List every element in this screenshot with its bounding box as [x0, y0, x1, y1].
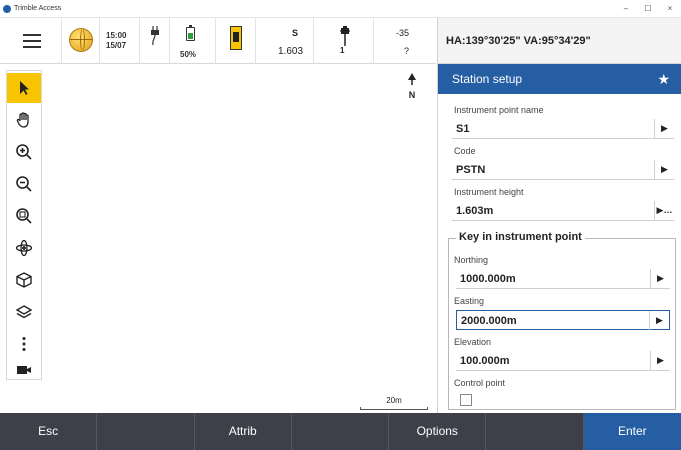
attrib-button[interactable]: Attrib [195, 413, 292, 450]
instrument-height-field[interactable]: 1.603m ▶… [452, 201, 674, 221]
battery-percent: 50% [180, 50, 197, 59]
prism-constant: -35 [396, 28, 410, 38]
globe-icon [69, 28, 93, 52]
north-arrow-icon [408, 73, 416, 85]
vertical-dots-icon [22, 337, 26, 351]
softkey-6[interactable] [486, 413, 584, 450]
total-station-icon [230, 26, 242, 50]
battery-icon [186, 25, 195, 41]
northing-value: 1000.000m [460, 273, 516, 285]
northing-field[interactable]: 1000.000m ▶ [456, 269, 670, 289]
code-arrow-icon[interactable]: ▶ [654, 160, 674, 179]
elevation-value: 100.000m [460, 355, 510, 367]
zoom-in-tool[interactable] [7, 137, 41, 167]
gnss-status-button[interactable] [62, 18, 100, 64]
video-tool[interactable] [7, 355, 41, 385]
angle-readout[interactable]: HA:139°30'25" VA:95°34'29" [437, 18, 681, 64]
title-bar: Trimble Access – ☐ × [0, 0, 681, 18]
esc-button[interactable]: Esc [0, 413, 98, 450]
elevation-arrow-icon[interactable]: ▶ [650, 351, 670, 370]
orbit-tool[interactable] [7, 233, 41, 263]
code-label: Code [454, 146, 476, 156]
north-label: N [408, 90, 416, 100]
pointer-arrow-icon [20, 81, 29, 95]
cube-icon [16, 272, 32, 288]
easting-value: 2000.000m [461, 315, 517, 327]
target-number: 1 [340, 46, 345, 55]
window-title: Trimble Access [14, 5, 62, 12]
easting-field[interactable]: 2000.000m ▶ [456, 310, 670, 330]
hamburger-icon [23, 34, 41, 52]
zoom-out-tool[interactable] [7, 169, 41, 199]
height-mode: S [292, 28, 299, 38]
key-in-point-title: Key in instrument point [456, 231, 585, 243]
prism-constant-button[interactable]: -35 ? [374, 18, 436, 64]
status-date: 15/07 [106, 41, 127, 50]
code-value: PSTN [456, 164, 486, 176]
zoom-out-icon [16, 176, 32, 192]
time-display[interactable]: 15:00 15/07 [100, 18, 140, 64]
elevation-field[interactable]: 100.000m ▶ [456, 351, 670, 371]
easting-label: Easting [454, 296, 485, 306]
instrument-point-name-arrow-icon[interactable]: ▶ [654, 119, 674, 138]
pan-tool[interactable] [7, 105, 41, 135]
scale-line [360, 407, 428, 410]
control-point-checkbox[interactable] [460, 394, 472, 406]
favorite-star-icon[interactable]: ★ [657, 64, 670, 94]
scale-label: 20m [386, 396, 402, 405]
instrument-height-measure-icon[interactable]: ▶… [654, 201, 674, 220]
instrument-height-value: 1.603m [456, 205, 494, 217]
prism-status: ? [404, 46, 410, 56]
panel-header: Station setup ★ [438, 64, 681, 94]
orbit-icon [15, 239, 33, 257]
target-button[interactable]: 1 [314, 18, 374, 64]
trimble-logo-icon [3, 4, 11, 13]
select-tool[interactable] [7, 73, 41, 103]
easting-arrow-icon[interactable]: ▶ [649, 311, 669, 330]
instrument-height-label: Instrument height [454, 187, 524, 197]
close-button[interactable]: × [659, 0, 681, 18]
maximize-button[interactable]: ☐ [637, 0, 659, 18]
height-value: 1.603 [278, 46, 304, 57]
battery-status[interactable]: 50% [170, 18, 216, 64]
map-view[interactable]: N 20m [0, 64, 436, 413]
zoom-extents-icon [16, 208, 32, 224]
menu-button[interactable] [0, 18, 62, 64]
north-arrow: N [406, 72, 418, 100]
instrument-point-name-label: Instrument point name [454, 105, 544, 115]
code-field[interactable]: PSTN ▶ [452, 160, 674, 180]
map-toolbar [6, 70, 42, 380]
view-tool[interactable] [7, 265, 41, 295]
scale-bar: 20m [360, 396, 428, 410]
enter-button[interactable]: Enter [583, 413, 681, 450]
station-setup-panel: Station setup ★ Instrument point name S1… [437, 64, 681, 413]
status-bar: 15:00 15/07 50% S 1.603 1 -35 ? [0, 18, 436, 64]
northing-arrow-icon[interactable]: ▶ [650, 269, 670, 288]
zoom-in-icon [16, 144, 32, 160]
window-controls: – ☐ × [615, 0, 681, 18]
minimize-button[interactable]: – [615, 0, 637, 18]
control-point-label: Control point [454, 378, 506, 388]
bottom-bar: Esc Attrib Options Enter [0, 413, 681, 450]
elevation-label: Elevation [454, 337, 492, 347]
instrument-point-name-value: S1 [456, 123, 470, 135]
layers-tool[interactable] [7, 297, 41, 327]
options-button[interactable]: Options [389, 413, 487, 450]
video-camera-icon [17, 366, 31, 374]
zoom-extents-tool[interactable] [7, 201, 41, 231]
status-time: 15:00 [106, 31, 127, 40]
target-height-button[interactable]: S 1.603 [256, 18, 314, 64]
panel-title: Station setup [452, 72, 523, 86]
hand-icon [16, 112, 29, 128]
northing-label: Northing [454, 255, 489, 265]
instrument-button[interactable] [216, 18, 256, 64]
prism-pole-icon [340, 26, 350, 46]
layers-icon [15, 305, 33, 319]
softkey-4[interactable] [292, 413, 390, 450]
instrument-point-name-field[interactable]: S1 ▶ [452, 119, 674, 139]
softkey-2[interactable] [97, 413, 195, 450]
power-status[interactable] [140, 18, 170, 64]
plug-icon [151, 26, 159, 46]
